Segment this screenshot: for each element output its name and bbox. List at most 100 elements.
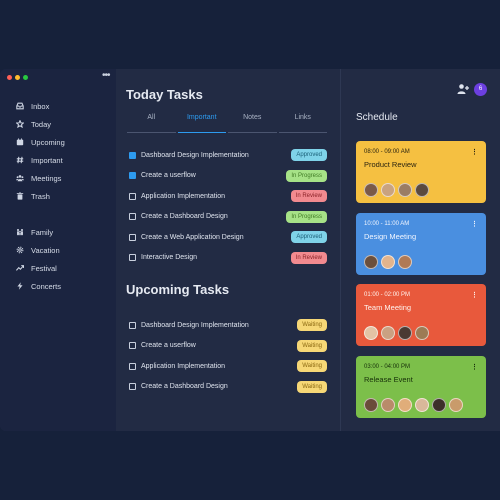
task-label: Create a Dashboard Design — [141, 213, 228, 220]
tab-notes[interactable]: Notes — [228, 113, 277, 133]
notification-badge[interactable]: 6 — [474, 83, 487, 96]
status-badge: In Progress — [286, 169, 327, 182]
hash-icon — [16, 156, 31, 164]
sidebar-item-inbox[interactable]: Inbox — [0, 97, 116, 115]
close-window-control[interactable] — [7, 75, 12, 80]
avatar[interactable] — [381, 183, 395, 197]
task-row[interactable]: Create a userflow In Progress — [129, 169, 327, 183]
sidebar-item-label: Today — [31, 119, 52, 129]
sidebar-item-festival[interactable]: Festival — [0, 259, 116, 277]
event-card[interactable]: 08:00 - 09:00 AM Product Review ⋮ — [356, 141, 486, 203]
event-menu-icon[interactable]: ⋮ — [471, 363, 478, 371]
maximize-window-control[interactable] — [23, 75, 28, 80]
sidebar-item-label: Inbox — [31, 101, 50, 111]
tab-links[interactable]: Links — [278, 113, 327, 133]
task-row[interactable]: Create a Web Application Design Approved — [129, 230, 327, 244]
event-card[interactable]: 03:00 - 04:00 PM Release Event ⋮ — [356, 355, 486, 418]
avatar[interactable] — [364, 254, 378, 269]
upcoming-tasks-title: Upcoming Tasks — [126, 282, 230, 297]
task-row[interactable]: Create a userflow Waiting — [129, 339, 327, 353]
task-checkbox[interactable] — [129, 151, 136, 159]
calendar-icon — [16, 138, 31, 146]
status-badge: Waiting — [297, 380, 327, 393]
status-badge: Waiting — [297, 339, 327, 352]
avatar[interactable] — [449, 397, 463, 412]
avatar[interactable] — [398, 326, 412, 340]
task-row[interactable]: Dashboard Design Implementation Approved — [129, 148, 327, 162]
today-tasks-title: Today Tasks — [126, 87, 203, 102]
task-checkbox[interactable] — [129, 192, 136, 200]
task-row[interactable]: Application Implementation Waiting — [129, 359, 327, 373]
sidebar-item-upcoming[interactable]: Upcoming — [0, 133, 116, 151]
avatar[interactable] — [398, 254, 412, 269]
task-checkbox[interactable] — [129, 383, 136, 390]
task-checkbox[interactable] — [129, 362, 136, 370]
more-options-icon[interactable]: ••• — [102, 70, 110, 81]
star-icon — [16, 120, 31, 128]
avatar[interactable] — [415, 326, 429, 340]
avatar[interactable] — [415, 183, 429, 197]
task-checkbox[interactable] — [129, 321, 136, 329]
status-badge: Approved — [291, 149, 327, 161]
event-menu-icon[interactable]: ⋮ — [471, 220, 478, 228]
trend-icon — [16, 264, 31, 272]
primary-nav: Inbox Today Upcoming Important Meetings Trash — [0, 97, 116, 205]
event-time: 10:00 - 11:00 AM — [364, 220, 410, 227]
sidebar-item-family[interactable]: Family — [0, 223, 116, 241]
task-row[interactable]: Interactive Design In Review — [129, 251, 327, 265]
event-attendees — [364, 183, 432, 197]
sidebar-item-vacation[interactable]: Vacation — [0, 241, 116, 259]
event-title: Team Meeting — [364, 303, 412, 312]
sidebar-item-important[interactable]: Important — [0, 151, 116, 169]
sidebar-item-label: Family — [31, 227, 54, 237]
avatar[interactable] — [432, 397, 446, 412]
sidebar-item-concerts[interactable]: Concerts — [0, 277, 116, 295]
avatar[interactable] — [381, 326, 395, 340]
status-badge: Waiting — [297, 360, 327, 372]
event-card[interactable]: 10:00 - 11:00 AM Design Meeting ⋮ — [356, 212, 486, 275]
task-checkbox[interactable] — [129, 172, 136, 179]
sidebar-item-today[interactable]: Today — [0, 115, 116, 133]
avatar[interactable] — [364, 326, 378, 340]
window-controls — [7, 75, 28, 80]
tab-important[interactable]: Important — [177, 113, 226, 133]
task-label: Create a userflow — [141, 342, 196, 349]
minimize-window-control[interactable] — [15, 75, 20, 80]
task-row[interactable]: Create a Dashboard Design In Progress — [129, 210, 327, 224]
status-badge: In Review — [290, 251, 327, 264]
avatar[interactable] — [398, 183, 412, 197]
task-row[interactable]: Create a Dashboard Design Waiting — [129, 380, 327, 394]
task-label: Create a Dashboard Design — [141, 383, 228, 390]
event-menu-icon[interactable]: ⋮ — [471, 291, 478, 299]
add-user-icon[interactable] — [457, 83, 469, 95]
status-badge: In Review — [290, 190, 327, 202]
event-attendees — [364, 326, 432, 340]
main-panel: Today Tasks All Important Notes Links Dashb… — [116, 69, 340, 431]
tab-all[interactable]: All — [127, 113, 176, 133]
task-row[interactable]: Dashboard Design Implementation Waiting — [129, 318, 327, 332]
task-row[interactable]: Application Implementation In Review — [129, 189, 327, 203]
avatar[interactable] — [398, 397, 412, 412]
settings-icon — [16, 246, 31, 254]
avatar[interactable] — [364, 183, 378, 197]
event-time: 03:00 - 04:00 PM — [364, 363, 411, 370]
event-card[interactable]: 01:00 - 02:00 PM Team Meeting ⋮ — [356, 284, 486, 346]
task-checkbox[interactable] — [129, 233, 136, 241]
task-checkbox[interactable] — [129, 213, 136, 220]
bolt-icon — [16, 282, 31, 290]
avatar[interactable] — [381, 254, 395, 269]
avatar[interactable] — [381, 397, 395, 412]
sidebar-item-trash[interactable]: Trash — [0, 187, 116, 205]
sidebar-item-meetings[interactable]: Meetings — [0, 169, 116, 187]
event-menu-icon[interactable]: ⋮ — [471, 148, 478, 156]
sidebar: ••• Inbox Today Upcoming Important Meetings T… — [0, 69, 116, 431]
task-checkbox[interactable] — [129, 254, 136, 261]
avatar[interactable] — [415, 397, 429, 412]
inbox-icon — [16, 102, 31, 110]
status-badge: Approved — [291, 231, 327, 243]
schedule-title: Schedule — [356, 112, 398, 123]
task-checkbox[interactable] — [129, 342, 136, 349]
schedule-panel: 6 Schedule 08:00 - 09:00 AM Product Revi… — [340, 69, 500, 431]
avatar[interactable] — [364, 397, 378, 412]
secondary-nav: Family Vacation Festival Concerts — [0, 223, 116, 295]
